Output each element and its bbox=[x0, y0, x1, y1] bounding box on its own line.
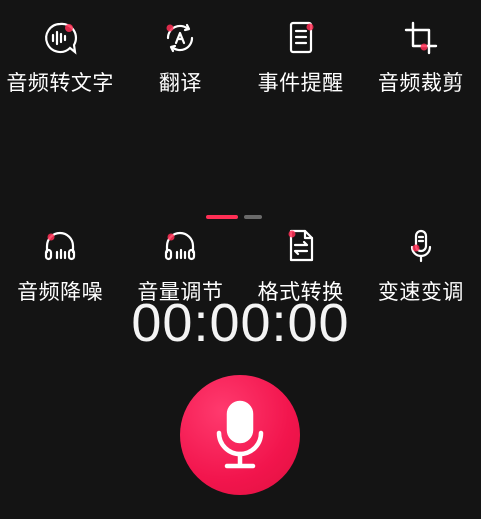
tool-audio-to-text[interactable]: 音频转文字 bbox=[0, 0, 120, 104]
event-reminder-icon bbox=[281, 18, 321, 58]
audio-to-text-icon bbox=[40, 18, 80, 58]
format-convert-icon bbox=[281, 226, 321, 266]
microphone-icon bbox=[401, 226, 441, 266]
tool-event-reminder[interactable]: 事件提醒 bbox=[241, 0, 361, 104]
tool-audio-denoise[interactable]: 音频降噪 bbox=[0, 104, 120, 304]
crop-icon bbox=[401, 18, 441, 58]
tool-format-convert[interactable]: 格式转换 bbox=[241, 104, 361, 304]
tool-volume-adjust[interactable]: 音量调节 bbox=[120, 104, 240, 304]
page-dot[interactable] bbox=[244, 215, 262, 219]
translate-icon bbox=[160, 18, 200, 58]
page-indicator bbox=[206, 215, 262, 219]
headphones-icon bbox=[160, 226, 200, 266]
tool-label: 翻译 bbox=[158, 71, 202, 95]
page-dot-active[interactable] bbox=[206, 215, 238, 219]
tool-grid: 音频转文字 翻译 事件提醒 音频裁剪 音频降噪 音量调节 格式转换 变速变调 bbox=[0, 0, 481, 304]
tool-translate[interactable]: 翻译 bbox=[120, 0, 240, 104]
tool-audio-crop[interactable]: 音频裁剪 bbox=[361, 0, 481, 104]
record-button[interactable] bbox=[180, 375, 300, 495]
tool-label: 音频转文字 bbox=[6, 71, 114, 95]
tool-speed-pitch[interactable]: 变速变调 bbox=[361, 104, 481, 304]
tool-label: 音频裁剪 bbox=[377, 71, 464, 95]
tool-label: 事件提醒 bbox=[257, 71, 344, 95]
record-timer: 00:00:00 bbox=[131, 293, 350, 353]
headphones-icon bbox=[40, 226, 80, 266]
microphone-icon bbox=[216, 400, 264, 469]
